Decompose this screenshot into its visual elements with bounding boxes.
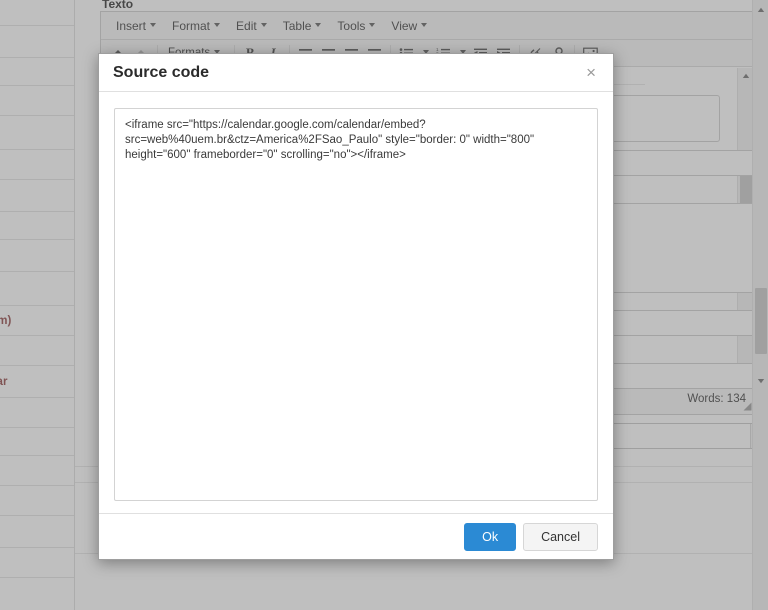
screen-root: dodrão))comnar Item)ágina)dicionardososo… bbox=[0, 0, 768, 610]
ok-button[interactable]: Ok bbox=[464, 523, 516, 551]
cancel-button[interactable]: Cancel bbox=[523, 523, 598, 551]
dialog-header: Source code × bbox=[99, 54, 613, 92]
dialog-footer: Ok Cancel bbox=[99, 513, 613, 559]
close-icon[interactable]: × bbox=[583, 62, 599, 83]
dialog-title: Source code bbox=[113, 64, 583, 82]
dialog-body bbox=[99, 92, 613, 513]
source-code-dialog: Source code × Ok Cancel bbox=[98, 53, 614, 560]
source-code-textarea[interactable] bbox=[114, 108, 598, 501]
